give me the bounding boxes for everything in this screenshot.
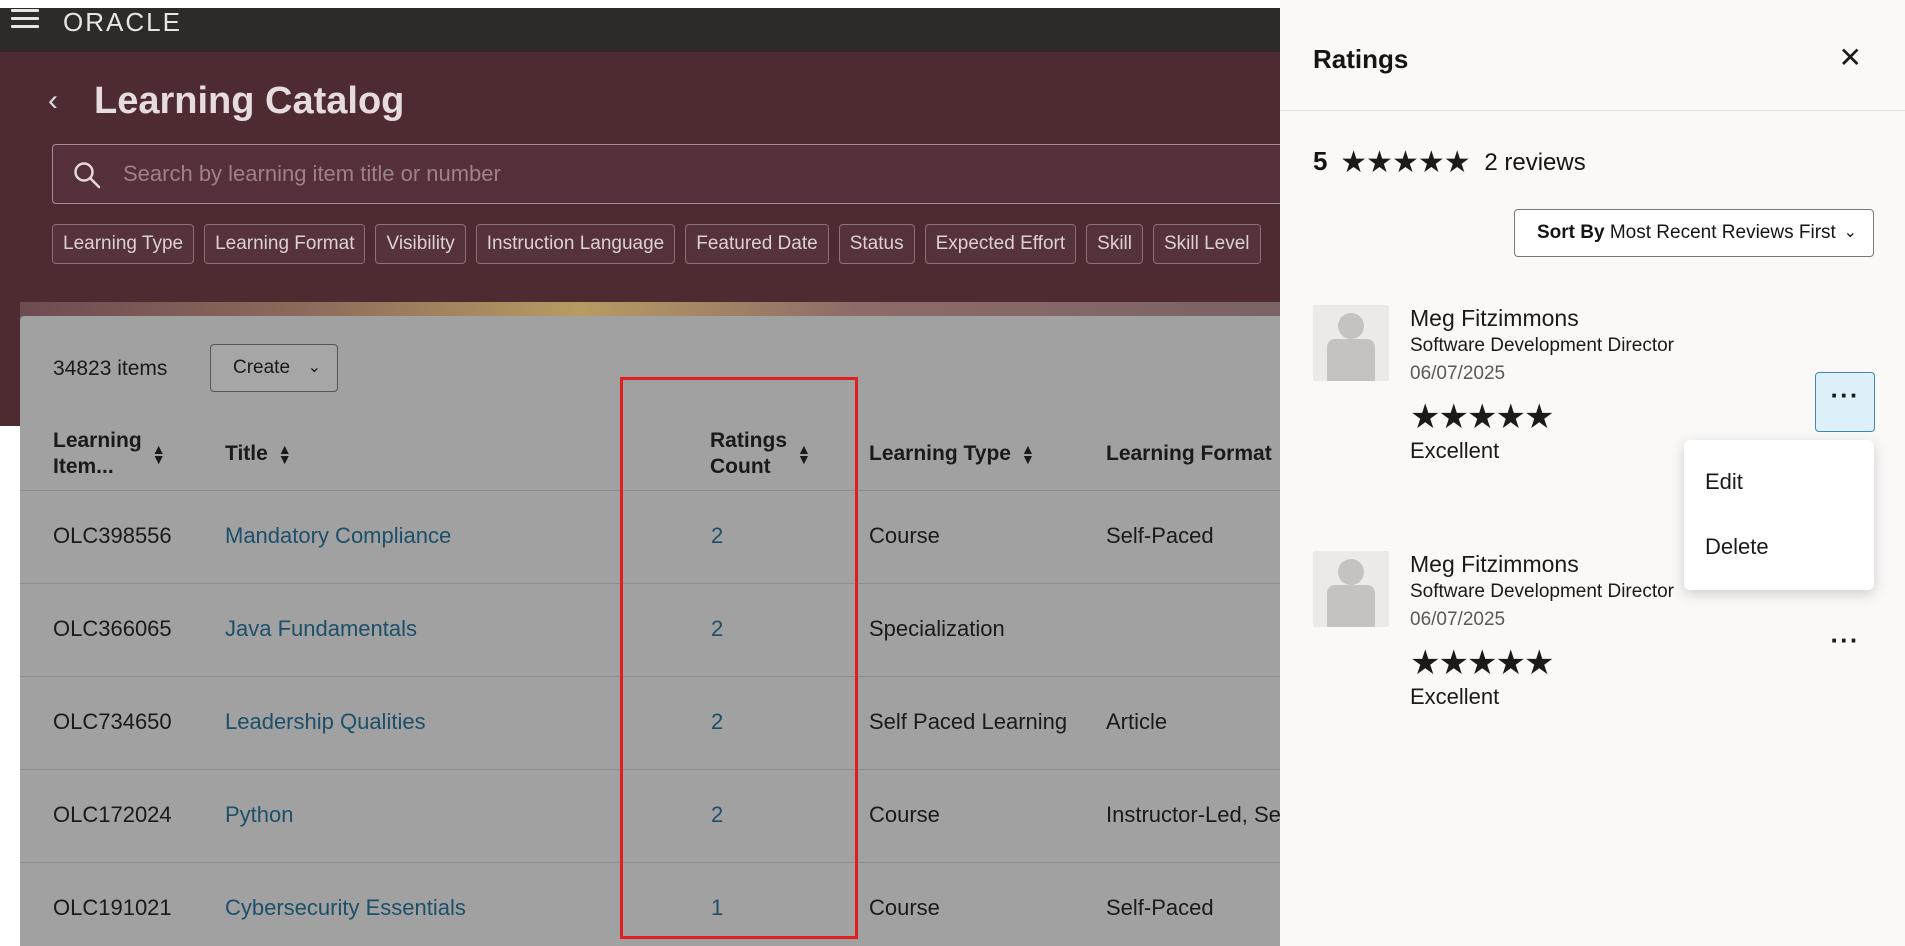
hamburger-icon[interactable] <box>11 9 39 31</box>
filter-expected-effort[interactable]: Expected Effort <box>924 224 1077 264</box>
cell-number: OLC191021 <box>53 895 172 920</box>
cell-format: Self-Paced <box>1106 895 1214 920</box>
star-icon: ★ <box>1523 644 1555 682</box>
reviewer-role: Software Development Director <box>1410 581 1674 602</box>
more-horizontal-icon: ··· <box>1830 380 1860 410</box>
column-learning-item[interactable]: Learning Item... ▲ ▼ <box>53 428 166 480</box>
sort-icon[interactable]: ▲ ▼ <box>152 442 166 466</box>
cell-format: Self-Paced <box>1106 523 1214 548</box>
filter-skill[interactable]: Skill <box>1086 224 1143 264</box>
column-learning-format-label: Learning Format <box>1106 442 1272 465</box>
cell-format: Instructor-Led, Se <box>1106 802 1281 827</box>
search-icon <box>74 162 101 189</box>
sort-icon[interactable]: ▲ ▼ <box>278 442 292 466</box>
star-icon: ★ <box>1495 644 1526 682</box>
avatar <box>1313 305 1389 381</box>
create-button[interactable]: Create ⌄ <box>210 344 338 392</box>
more-horizontal-icon: ··· <box>1830 625 1860 655</box>
filter-chips: Learning Type Learning Format Visibility In… <box>52 224 1271 264</box>
avatar <box>1313 551 1389 627</box>
star-icon: ★ <box>1466 398 1498 436</box>
search-box[interactable] <box>52 144 1352 204</box>
column-title[interactable]: Title ▲ ▼ <box>225 441 292 467</box>
drawer-title: Ratings <box>1313 44 1409 74</box>
back-chevron-left-icon[interactable]: ‹ <box>48 86 72 116</box>
item-count: 34823 items <box>53 357 168 380</box>
menu-item-delete[interactable]: Delete <box>1705 534 1769 560</box>
review-stars: ★★★★★ <box>1410 397 1555 437</box>
oracle-logo: ORACLE <box>63 7 182 37</box>
filter-instruction-language[interactable]: Instruction Language <box>475 224 676 264</box>
cell-title-link[interactable]: Java Fundamentals <box>225 616 417 642</box>
column-learning-format[interactable]: Learning Format <box>1106 441 1272 467</box>
column-learning-item-line1: Learning <box>53 429 142 452</box>
cell-type: Specialization <box>869 616 1005 641</box>
chevron-down-icon: ⌄ <box>1843 224 1857 241</box>
sort-by-value: Most Recent Reviews First <box>1609 222 1836 243</box>
star-icon: ★ <box>1495 398 1526 436</box>
filter-learning-format[interactable]: Learning Format <box>204 224 366 264</box>
filter-skill-level[interactable]: Skill Level <box>1152 224 1261 264</box>
reviewer-name: Meg Fitzimmons <box>1410 551 1579 577</box>
search-input[interactable] <box>123 153 1223 195</box>
average-score: 5 <box>1313 146 1328 176</box>
column-learning-type[interactable]: Learning Type ▲ ▼ <box>869 441 1035 467</box>
drawer-divider <box>1280 110 1905 111</box>
filter-status[interactable]: Status <box>838 224 915 264</box>
star-icon: ★ <box>1466 644 1498 682</box>
ratings-column-highlight <box>620 377 858 939</box>
cell-number: OLC172024 <box>53 802 172 827</box>
menu-item-edit[interactable]: Edit <box>1705 469 1743 495</box>
cell-title-link[interactable]: Cybersecurity Essentials <box>225 895 466 921</box>
cell-title-link[interactable]: Mandatory Compliance <box>225 523 451 549</box>
star-icon: ★ <box>1340 146 1367 179</box>
column-learning-item-line2: Item... <box>53 455 114 478</box>
sort-by-select[interactable]: Sort By Most Recent Reviews First ⌄ <box>1514 209 1874 257</box>
cell-type: Course <box>869 895 940 920</box>
cell-type: Self Paced Learning <box>869 709 1068 734</box>
cell-type: Course <box>869 523 940 548</box>
cell-title-link[interactable]: Python <box>225 802 294 828</box>
cell-number: OLC398556 <box>53 523 172 548</box>
star-icon: ★ <box>1417 146 1445 179</box>
summary-stars: ★★★★★ <box>1340 146 1471 179</box>
cell-number: OLC734650 <box>53 709 172 734</box>
filter-learning-type[interactable]: Learning Type <box>52 224 195 264</box>
create-label: Create <box>233 357 291 378</box>
review-date: 06/07/2025 <box>1410 609 1506 630</box>
more-actions-button[interactable]: ··· <box>1815 618 1875 678</box>
rating-summary: 5 ★★★★★ 2 reviews <box>1313 145 1586 180</box>
review-date: 06/07/2025 <box>1410 363 1506 384</box>
cell-title-link[interactable]: Leadership Qualities <box>225 709 426 735</box>
star-icon: ★ <box>1438 398 1469 436</box>
column-learning-type-label: Learning Type <box>869 442 1011 465</box>
filter-featured-date[interactable]: Featured Date <box>685 224 829 264</box>
star-icon: ★ <box>1438 644 1469 682</box>
rating-label: Excellent <box>1410 438 1500 463</box>
star-icon: ★ <box>1410 398 1441 436</box>
column-title-label: Title <box>225 442 268 465</box>
star-icon: ★ <box>1391 146 1419 179</box>
star-icon: ★ <box>1366 146 1393 179</box>
review-actions-menu: Edit Delete <box>1684 440 1874 590</box>
rating-label: Excellent <box>1410 684 1500 709</box>
review-count: 2 reviews <box>1484 149 1586 176</box>
chevron-down-icon: ⌄ <box>307 359 321 376</box>
reviewer-name: Meg Fitzimmons <box>1410 305 1579 331</box>
cell-format: Article <box>1106 709 1168 734</box>
cell-type: Course <box>869 802 940 827</box>
star-icon: ★ <box>1523 398 1555 436</box>
star-icon: ★ <box>1443 146 1471 179</box>
close-icon[interactable]: ✕ <box>1839 44 1862 72</box>
more-actions-button[interactable]: ··· <box>1815 372 1875 432</box>
cell-number: OLC366065 <box>53 616 172 641</box>
sort-icon[interactable]: ▲ ▼ <box>1021 442 1035 466</box>
star-icon: ★ <box>1410 644 1441 682</box>
review-stars: ★★★★★ <box>1410 643 1555 683</box>
filter-visibility[interactable]: Visibility <box>375 224 466 264</box>
page-title: Learning Catalog <box>94 80 405 122</box>
reviewer-role: Software Development Director <box>1410 335 1674 356</box>
sort-by-prefix: Sort By <box>1537 222 1605 243</box>
